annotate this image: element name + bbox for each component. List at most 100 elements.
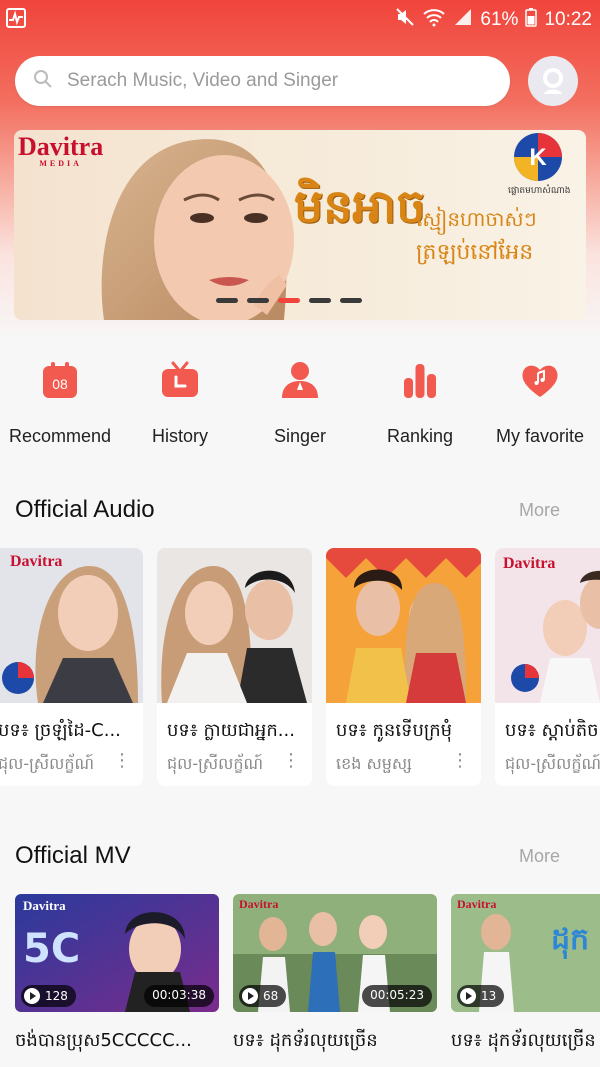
quick-menu: 08 Recommend History Singer Ranking My f… — [0, 350, 600, 460]
banner-dot[interactable] — [247, 298, 269, 303]
calendar-icon: 08 — [43, 362, 77, 398]
quick-favorite-label: My favorite — [495, 426, 585, 446]
quick-recommend-label: Recommend — [8, 426, 112, 446]
audio-artist: ជុល-ស្រីលក្ខ័ណ៍ — [167, 754, 264, 773]
app-root: 61% 10:22 Serach Music, Video and Singer… — [0, 0, 600, 1067]
heart-music-icon — [522, 365, 558, 397]
audio-card[interactable]: Davitra បទ៖ ស្តាប់តិច ជុល-ស្រីលក្ខ័ណ៍ — [495, 548, 600, 786]
official-mv-more-button[interactable]: More — [519, 846, 560, 867]
svg-text:Davitra: Davitra — [503, 555, 555, 572]
audio-cover-image — [157, 548, 312, 703]
official-audio-more-button[interactable]: More — [519, 500, 560, 521]
status-right: 61% 10:22 — [395, 7, 592, 33]
search-input[interactable] — [67, 70, 487, 92]
more-options-icon[interactable]: ⋮ — [451, 750, 469, 771]
banner-subtitle-2: ត្រឡប់នៅអែន — [416, 240, 534, 265]
wifi-icon — [422, 7, 446, 33]
audio-title: បទ៖ ច្រឡំដៃ-C... — [0, 720, 121, 741]
mv-duration: 00:05:23 — [362, 985, 432, 1007]
mv-card[interactable]: Davitra 68 00:05:23 បទ៖ ដុកទ័រលុយច្រើន — [233, 894, 437, 1067]
quick-singer[interactable]: Singer — [240, 350, 360, 460]
banner-corner-brand: K ផ្លោតមហាសំណាង — [508, 132, 571, 197]
svg-text:Davitra: Davitra — [23, 898, 66, 913]
quick-recommend[interactable]: 08 Recommend — [0, 350, 120, 460]
mv-cover-image: ដុក Davitra 13 — [451, 894, 600, 1012]
ranking-bars-icon — [404, 364, 436, 398]
search-icon — [33, 69, 53, 93]
audio-artist: ខេង សម្ផស្ស — [336, 754, 412, 773]
play-icon — [242, 988, 258, 1004]
quick-ranking[interactable]: Ranking — [360, 350, 480, 460]
more-options-icon[interactable]: ⋮ — [282, 750, 300, 771]
banner-subtitle-1: ស្មៀនហាចាស់ៗ — [416, 207, 537, 231]
calendar-badge: 08 — [52, 376, 68, 392]
mv-plays: 128 — [45, 989, 68, 1003]
audio-title: បទ៖ កូនទើបក្រមុំ — [336, 720, 453, 741]
svg-text:K: K — [529, 144, 547, 171]
quick-history-label: History — [151, 426, 208, 446]
mv-play-count: 13 — [457, 985, 505, 1007]
official-audio-title: Official Audio — [15, 496, 155, 523]
mv-cover-image: Davitra 68 00:05:23 — [233, 894, 437, 1012]
svg-text:Davitra: Davitra — [457, 897, 496, 911]
quick-history[interactable]: History — [120, 350, 240, 460]
mute-icon — [395, 7, 415, 33]
status-bar: 61% 10:22 — [0, 0, 600, 38]
audio-cover-image: Davitra — [495, 548, 600, 703]
quick-favorite[interactable]: My favorite — [480, 350, 600, 460]
singer-icon — [282, 362, 318, 398]
mv-play-count: 128 — [21, 985, 76, 1007]
mv-duration: 00:03:38 — [144, 985, 214, 1007]
banner-brand-logo: Davitra MEDIA — [18, 132, 103, 168]
quick-ranking-label: Ranking — [386, 426, 454, 446]
banner-singer-image — [84, 130, 304, 320]
promo-banner[interactable]: Davitra MEDIA មិនអាច ស្មៀនហាចាស់ៗ ត្រឡប់… — [14, 130, 586, 320]
mv-title: បទ៖ ដុកទ័រលុយច្រើន — [233, 1030, 378, 1051]
quick-singer-label: Singer — [273, 426, 327, 446]
audio-card[interactable]: បទ៖ ក្លាយជាអ្នក... ជុល-ស្រីលក្ខ័ណ៍ ⋮ — [157, 548, 312, 786]
battery-icon — [525, 7, 538, 33]
battery-percent: 61% — [480, 9, 519, 30]
banner-corner-brand-text: ផ្លោតមហាសំណាង — [508, 186, 571, 196]
svg-text:5C: 5C — [23, 926, 80, 972]
signal-icon — [453, 7, 473, 33]
audio-title: បទ៖ ស្តាប់តិច — [505, 720, 599, 741]
play-icon — [460, 988, 476, 1004]
play-icon — [24, 988, 40, 1004]
audio-cover-image: Davitra — [0, 548, 143, 703]
user-avatar-button[interactable] — [528, 56, 578, 106]
audio-card[interactable]: Davitra បទ៖ ច្រឡំដៃ-C... ជុល-ស្រីលក្ខ័ណ៍… — [0, 548, 143, 786]
banner-corner-logo-icon: K — [514, 133, 562, 181]
svg-text:Davitra: Davitra — [10, 553, 62, 570]
mv-title: ចង់បានប្រុស5CCCCC... — [15, 1030, 192, 1051]
mv-title: បទ៖ ដុកទ័រលុយច្រើន — [451, 1030, 596, 1051]
audio-cover-image — [326, 548, 481, 703]
banner-title: មិនអាច — [294, 179, 426, 233]
banner-dot[interactable] — [309, 298, 331, 303]
activity-icon — [6, 8, 26, 28]
banner-dot[interactable] — [216, 298, 238, 303]
official-mv-title: Official MV — [15, 842, 131, 869]
mv-card[interactable]: 5C Davitra 128 00:03:38 ចង់បានប្រុស5CCCC… — [15, 894, 219, 1067]
user-avatar-icon — [543, 68, 563, 94]
mv-plays: 13 — [481, 989, 497, 1003]
mv-card[interactable]: ដុក Davitra 13 បទ៖ ដុកទ័រលុយច្រើន — [451, 894, 600, 1067]
banner-dot[interactable] — [340, 298, 362, 303]
mv-play-count: 68 — [239, 985, 287, 1007]
banner-brand-name: Davitra — [18, 132, 104, 161]
official-audio-list: Davitra បទ៖ ច្រឡំដៃ-C... ជុល-ស្រីលក្ខ័ណ៍… — [0, 548, 600, 788]
banner-dot-active[interactable] — [278, 298, 300, 303]
audio-card[interactable]: បទ៖ កូនទើបក្រមុំ ខេង សម្ផស្ស ⋮ — [326, 548, 481, 786]
tv-history-icon — [162, 361, 198, 397]
audio-artist: ជុល-ស្រីលក្ខ័ណ៍ — [0, 754, 95, 773]
mv-cover-image: 5C Davitra 128 00:03:38 — [15, 894, 219, 1012]
svg-text:Davitra: Davitra — [239, 897, 278, 911]
svg-text:ដុក: ដុក — [551, 922, 589, 960]
mv-plays: 68 — [263, 989, 279, 1003]
banner-pagination — [216, 298, 362, 303]
clock: 10:22 — [544, 9, 592, 30]
more-options-icon[interactable]: ⋮ — [113, 750, 131, 771]
search-bar[interactable] — [15, 56, 510, 106]
audio-title: បទ៖ ក្លាយជាអ្នក... — [167, 720, 295, 741]
audio-artist: ជុល-ស្រីលក្ខ័ណ៍ — [505, 754, 600, 773]
